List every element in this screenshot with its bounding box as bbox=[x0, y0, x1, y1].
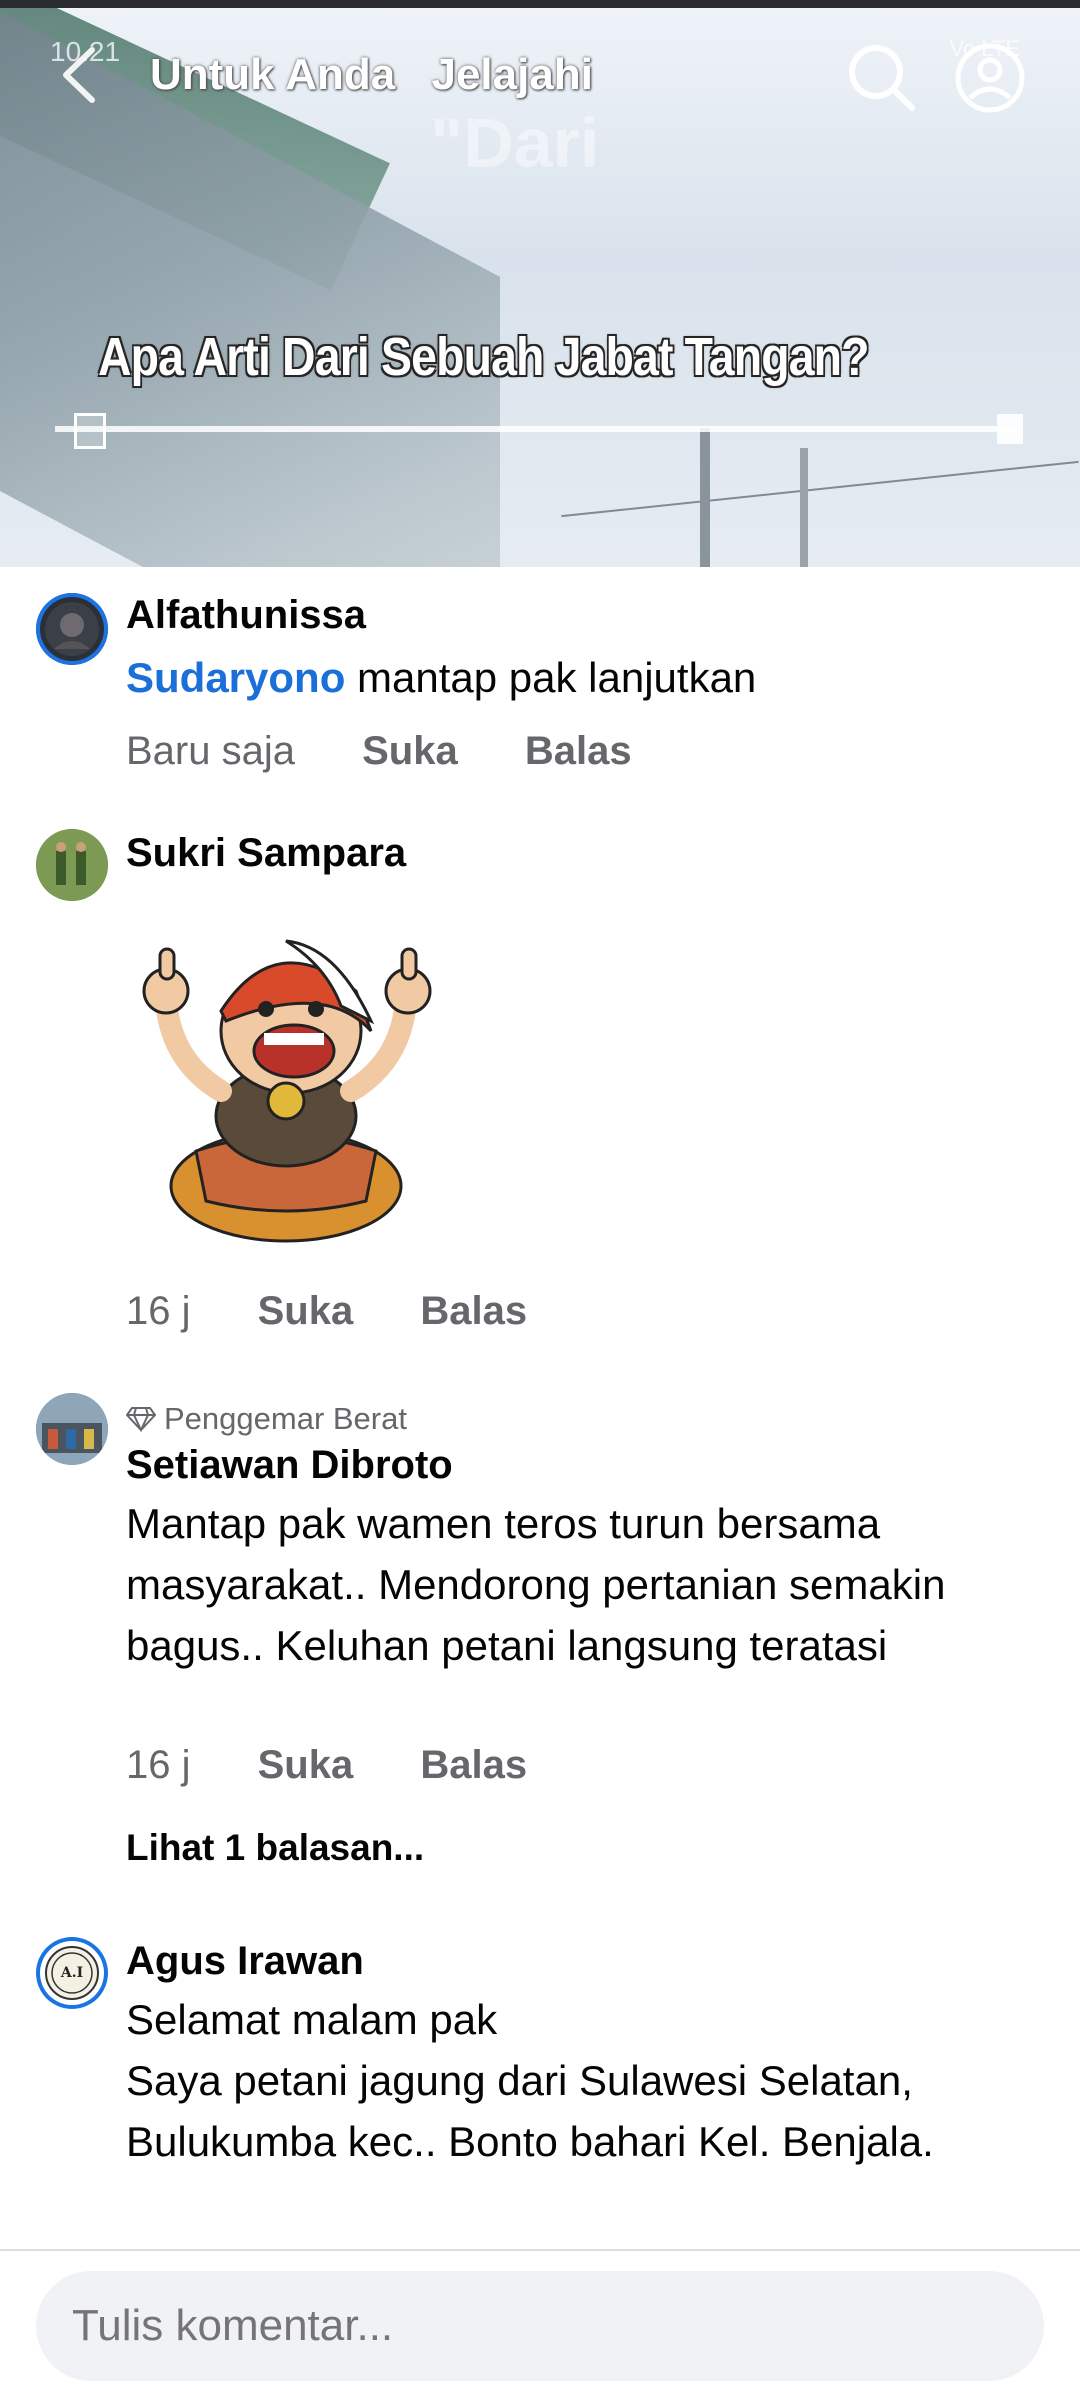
comment-time: 16 j bbox=[126, 1743, 191, 1787]
feed-tabs: Untuk Anda Jelajahi bbox=[150, 50, 617, 100]
avatar[interactable] bbox=[36, 1393, 108, 1465]
comment-text-line: Selamat malam pak bbox=[126, 1996, 498, 2043]
reply-button[interactable]: Balas bbox=[525, 729, 632, 773]
avatar[interactable] bbox=[36, 829, 108, 901]
view-replies-link[interactable]: Lihat 1 balasan... bbox=[126, 1827, 424, 1869]
badge-label: Penggemar Berat bbox=[125, 1401, 407, 1437]
avatar[interactable]: A.I bbox=[36, 1937, 108, 2009]
comment-author[interactable]: Sukri Sampara bbox=[126, 831, 406, 876]
avatar-photo-icon bbox=[36, 829, 108, 901]
search-button[interactable] bbox=[842, 38, 922, 118]
comment-time: Baru saja bbox=[126, 729, 295, 773]
comment-meta: 16 j Suka Balas bbox=[126, 1743, 583, 1788]
comment-text-line: Saya petani jagung dari Sulawesi Selatan… bbox=[126, 2057, 934, 2165]
profile-button[interactable] bbox=[950, 38, 1030, 118]
comment-sticker[interactable] bbox=[126, 921, 486, 1261]
mention-link[interactable]: Sudaryono bbox=[126, 654, 345, 701]
video-overlay-word: "Dari bbox=[430, 104, 600, 182]
video-caption: Apa Arti Dari Sebuah Jabat Tangan? bbox=[98, 327, 870, 387]
video-progress-bar[interactable] bbox=[55, 413, 1023, 449]
reply-button[interactable]: Balas bbox=[420, 1289, 527, 1333]
avatar-logo-icon: A.I bbox=[45, 1946, 99, 2000]
chevron-left-icon bbox=[63, 47, 95, 103]
comment-meta: 16 j Suka Balas bbox=[126, 1289, 583, 1334]
comment-text: Sudaryono mantap pak lanjutkan bbox=[126, 647, 1026, 708]
comment-text: Mantap pak wamen teros turun bersama mas… bbox=[126, 1500, 946, 1669]
avatar-photo-icon bbox=[45, 602, 99, 656]
video-frame-shape bbox=[561, 460, 1079, 518]
progress-handle[interactable] bbox=[74, 413, 107, 449]
reply-button[interactable]: Balas bbox=[420, 1743, 527, 1787]
badge-text: Penggemar Berat bbox=[164, 1401, 407, 1436]
comment-text: Selamat malam pak Saya petani jagung dar… bbox=[126, 1989, 1026, 2172]
tab-untuk-anda[interactable]: Untuk Anda bbox=[150, 50, 395, 99]
like-button[interactable]: Suka bbox=[258, 1289, 354, 1333]
comment-author[interactable]: Agus Irawan bbox=[126, 1939, 364, 1984]
comment-body: mantap pak lanjutkan bbox=[345, 654, 757, 701]
user-circle-icon bbox=[955, 43, 1025, 113]
comment-input[interactable] bbox=[36, 2271, 1044, 2381]
avatar[interactable] bbox=[36, 593, 108, 665]
video-frame-shape bbox=[800, 448, 808, 567]
video-frame-shape bbox=[700, 428, 710, 567]
like-button[interactable]: Suka bbox=[258, 1743, 354, 1787]
progress-end-marker bbox=[997, 414, 1023, 444]
thumbs-up-cartoon-sticker-icon bbox=[142, 939, 432, 1243]
comment-author[interactable]: Setiawan Dibroto bbox=[126, 1443, 453, 1488]
comment-meta: Baru saja Suka Balas bbox=[126, 729, 688, 774]
tab-jelajahi[interactable]: Jelajahi bbox=[431, 50, 592, 99]
system-top-bar bbox=[0, 0, 1080, 8]
like-button[interactable]: Suka bbox=[362, 729, 458, 773]
search-icon bbox=[849, 45, 915, 111]
back-button[interactable] bbox=[52, 40, 112, 110]
avatar-photo-icon bbox=[36, 1393, 108, 1465]
comment-time: 16 j bbox=[126, 1289, 191, 1333]
avatar-logo-text: A.I bbox=[60, 1965, 83, 1981]
comment-author[interactable]: Alfathunissa bbox=[126, 593, 366, 638]
comment-composer bbox=[0, 2249, 1080, 2401]
diamond-icon bbox=[125, 1407, 157, 1433]
